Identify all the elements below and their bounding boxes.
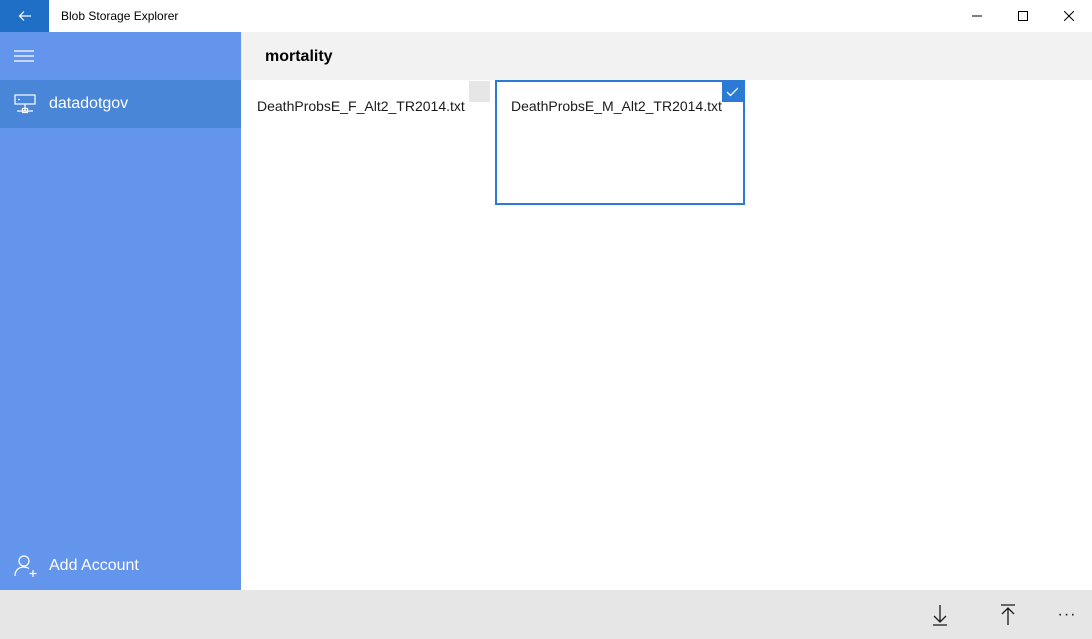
download-icon: [933, 604, 947, 626]
upload-button[interactable]: [986, 590, 1030, 639]
more-options-button[interactable]: ···: [1045, 590, 1089, 639]
command-bar: ···: [0, 590, 1092, 639]
hamburger-button[interactable]: [0, 32, 48, 80]
checkmark-icon: [726, 87, 739, 96]
file-tile-selected[interactable]: DeathProbsE_M_Alt2_TR2014.txt: [495, 80, 745, 205]
download-button[interactable]: [918, 590, 962, 639]
back-button[interactable]: [0, 0, 49, 32]
add-account-label: Add Account: [49, 557, 139, 574]
file-grid: DeathProbsE_F_Alt2_TR2014.txt DeathProbs…: [241, 80, 1092, 590]
container-header: mortality: [241, 32, 1092, 80]
minimize-button[interactable]: [954, 0, 1000, 32]
close-icon: [1064, 11, 1074, 21]
file-checkbox[interactable]: [469, 81, 490, 102]
file-name: DeathProbsE_M_Alt2_TR2014.txt: [511, 98, 722, 114]
window-title: Blob Storage Explorer: [61, 9, 179, 23]
file-checkbox-checked[interactable]: [722, 81, 743, 102]
file-name: DeathProbsE_F_Alt2_TR2014.txt: [257, 98, 465, 114]
arrow-left-icon: [18, 11, 31, 21]
title-bar: Blob Storage Explorer: [0, 0, 1092, 32]
add-account-button[interactable]: Add Account: [0, 542, 241, 590]
add-user-icon: [14, 555, 37, 577]
maximize-button[interactable]: [1000, 0, 1046, 32]
sidebar: datadotgov Add Account: [0, 32, 241, 590]
page-title: mortality: [265, 48, 333, 65]
minimize-icon: [972, 15, 982, 17]
storage-account-icon: [14, 94, 36, 114]
close-button[interactable]: [1046, 0, 1092, 32]
upload-icon: [1001, 603, 1015, 625]
sidebar-item-label: datadotgov: [49, 95, 129, 112]
maximize-icon: [1018, 11, 1028, 21]
hamburger-menu-icon: [14, 50, 34, 62]
sidebar-item-datadotgov[interactable]: datadotgov: [0, 80, 241, 128]
file-tile[interactable]: DeathProbsE_F_Alt2_TR2014.txt: [246, 80, 496, 205]
